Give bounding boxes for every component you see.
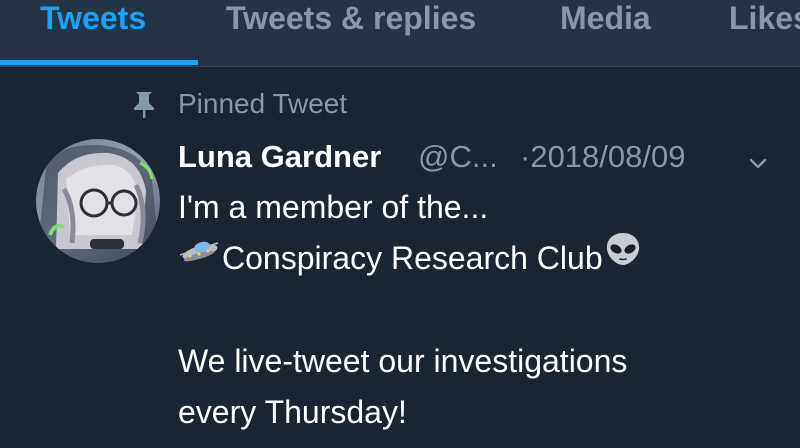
tweet-header: Luna Gardner @C... ·2018/08/09 bbox=[178, 136, 788, 178]
tweet-text-line: We live-tweet our investigations bbox=[178, 343, 628, 379]
tab-likes[interactable]: Likes bbox=[729, 0, 800, 58]
tab-tweets[interactable]: Tweets bbox=[40, 0, 146, 58]
pinned-tweet-indicator: Pinned Tweet bbox=[130, 86, 347, 122]
tab-tweets-and-replies[interactable]: Tweets & replies bbox=[226, 0, 476, 58]
tweet-date[interactable]: ·2018/08/09 bbox=[520, 136, 685, 178]
avatar[interactable] bbox=[36, 139, 160, 263]
author-name[interactable]: Luna Gardner bbox=[178, 136, 381, 178]
profile-tabbar: Tweets Tweets & replies Media Likes bbox=[0, 0, 800, 67]
tweet-text-club: Conspiracy Research Club bbox=[222, 240, 603, 276]
tweet-text: I'm a member of the... Conspiracy Resear… bbox=[178, 182, 778, 438]
tweet-text-line: every Thursday! bbox=[178, 394, 407, 430]
author-handle[interactable]: @C... bbox=[418, 136, 498, 178]
tab-media[interactable]: Media bbox=[560, 0, 651, 58]
pin-icon bbox=[130, 86, 158, 122]
pinned-tweet-label: Pinned Tweet bbox=[178, 88, 348, 119]
tweet-text-line: Conspiracy Research Club bbox=[178, 233, 778, 284]
alien-icon bbox=[603, 231, 643, 282]
flying-saucer-icon bbox=[178, 231, 222, 282]
chevron-down-icon[interactable] bbox=[746, 144, 770, 169]
tweet-text-line: I'm a member of the... bbox=[178, 189, 489, 225]
active-tab-indicator bbox=[0, 60, 198, 65]
